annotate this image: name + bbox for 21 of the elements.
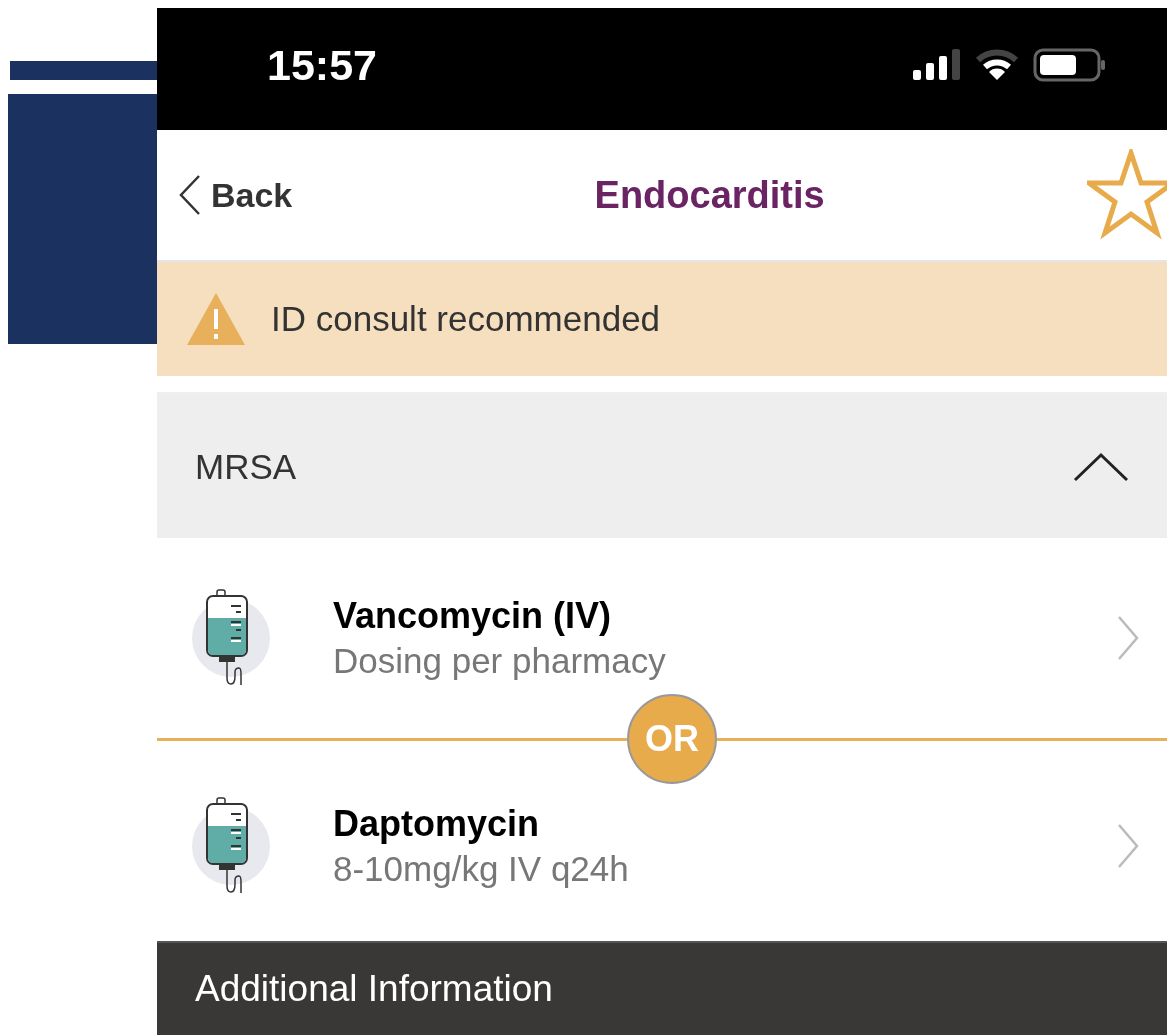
section-header[interactable]: MRSA (157, 396, 1167, 538)
drug-name: Daptomycin (333, 802, 541, 846)
page-title: Endocarditis (594, 172, 825, 218)
iv-bag-icon (191, 796, 271, 896)
wifi-icon (975, 48, 1019, 82)
back-button[interactable]: Back (179, 169, 293, 221)
chevron-left-icon (179, 174, 201, 216)
drug-name: Vancomycin (IV) (333, 594, 613, 638)
warning-icon (185, 291, 247, 347)
alert-text: ID consult recommended (271, 297, 661, 340)
drug-dose: 8-10mg/kg IV q24h (333, 848, 630, 890)
footer-title: Additional Information (195, 967, 553, 1012)
signal-icon (911, 48, 961, 82)
favorite-star-button[interactable] (1087, 149, 1167, 241)
battery-icon (1033, 48, 1107, 82)
iv-bag-icon (191, 588, 271, 688)
chevron-right-icon (1117, 615, 1139, 661)
chevron-right-icon (1117, 823, 1139, 869)
clock-time: 15:57 (267, 39, 377, 91)
chevron-up-icon (1073, 452, 1129, 482)
drug-dose: Dosing per pharmacy (333, 640, 667, 682)
